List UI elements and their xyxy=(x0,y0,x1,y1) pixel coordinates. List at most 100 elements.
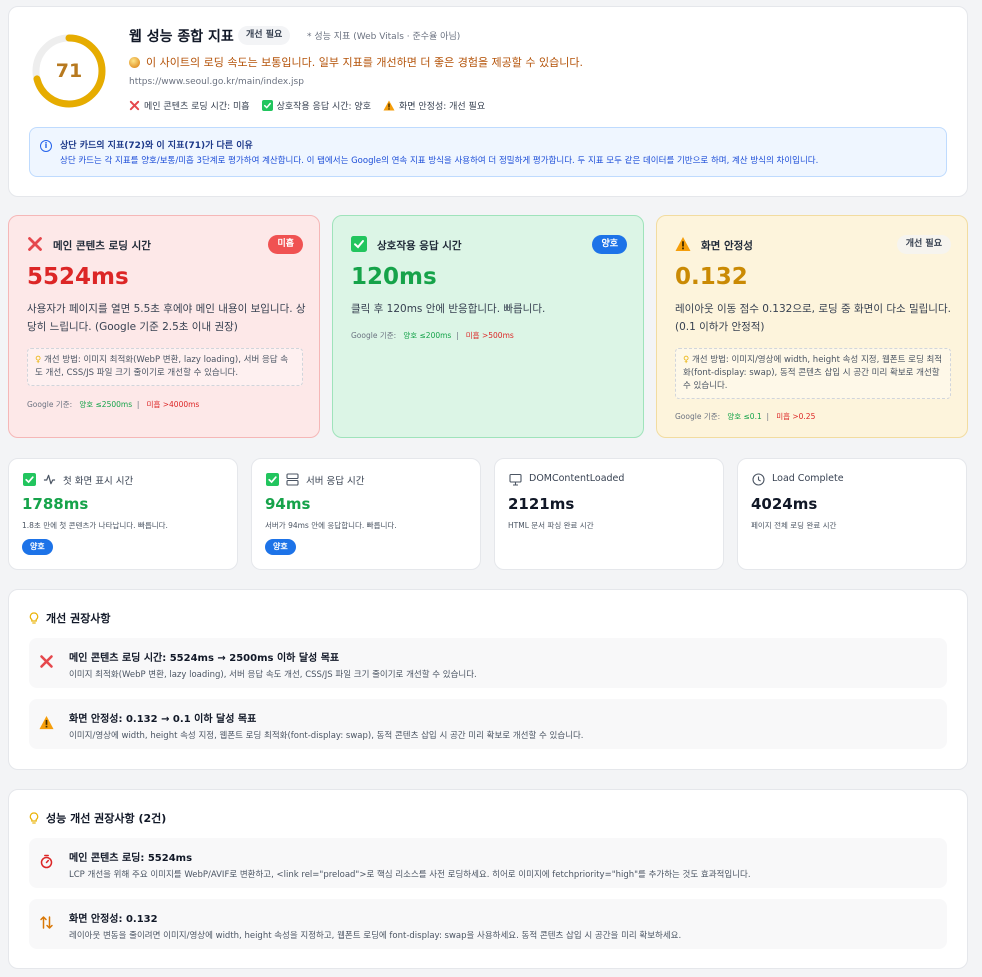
server-icon xyxy=(286,473,299,486)
recommendation-item-title: 화면 안정성: 0.132 → 0.1 이하 달성 목표 xyxy=(69,714,257,725)
page-title: 웹 성능 종합 지표 xyxy=(129,29,234,45)
x-icon xyxy=(40,655,53,668)
arrows-up-down-icon xyxy=(40,916,53,929)
lcp-value: 5524ms xyxy=(27,264,129,290)
lcp-tip-text: 개선 방법: 이미지 최적화(WebP 변환, lazy loading), 서… xyxy=(35,355,289,378)
info-icon: i xyxy=(40,140,52,152)
cls-criteria-good: 양호 ≤0.1 xyxy=(727,412,762,421)
clock-icon xyxy=(752,473,765,486)
recommendation-item-lcp: 메인 콘텐츠 로딩 시간: 5524ms → 2500ms 이하 달성 목표 이… xyxy=(29,638,947,688)
load-value: 4024ms xyxy=(751,495,818,513)
dcl-value: 2121ms xyxy=(508,495,575,513)
dcl-title: DOMContentLoaded xyxy=(529,473,625,484)
metric-summary-inp-label: 상호작용 응답 시간: 양호 xyxy=(276,102,371,112)
ttfb-title: 서버 응답 시간 xyxy=(306,476,365,487)
stopwatch-icon xyxy=(40,854,53,869)
metric-summary-lcp-label: 메인 콘텐츠 로딩 시간: 미흡 xyxy=(144,102,250,112)
cls-tip: ♀ 개선 방법: 이미지/영상에 width, height 속성 지정, 웹폰… xyxy=(675,348,951,399)
fcp-status-badge: 양호 xyxy=(22,539,53,555)
metric-summary-inp: 상호작용 응답 시간: 양호 xyxy=(261,99,371,112)
summary-card: 71 웹 성능 종합 지표 개선 필요 * 성능 지표 (Web Vitals … xyxy=(8,6,968,197)
summary-description-text: 이 사이트의 로딩 속도는 보통입니다. 일부 지표를 개선하면 더 좋은 경험… xyxy=(146,56,584,69)
inp-criteria: Google 기준: 양호 ≤200ms | 미흡 >500ms xyxy=(351,331,514,340)
recommendation-item-title: 메인 콘텐츠 로딩 시간: 5524ms → 2500ms 이하 달성 목표 xyxy=(69,653,340,664)
performance-recommendations-title: 성능 개선 권장사항 (2건) xyxy=(46,812,167,825)
load-card: Load Complete 4024ms 페이지 전체 로딩 완료 시간 xyxy=(737,458,967,570)
performance-item-lcp: 메인 콘텐츠 로딩: 5524ms LCP 개선을 위해 주요 이미지를 Web… xyxy=(29,838,947,888)
recommendation-item-body: 이미지/영상에 width, height 속성 지정, 웹폰트 로딩 최적화(… xyxy=(69,731,584,741)
metric-summary-cls: 화면 안정성: 개선 필요 xyxy=(383,99,485,112)
neutral-face-icon xyxy=(129,56,140,68)
activity-icon xyxy=(43,474,56,485)
cls-value: 0.132 xyxy=(675,264,748,290)
inp-card: 상호작용 응답 시간 양호 120ms 클릭 후 120ms 안에 반응합니다.… xyxy=(332,215,644,438)
cls-status-badge: 개선 필요 xyxy=(896,235,951,254)
inp-criteria-label: Google 기준: xyxy=(351,331,397,340)
lcp-description: 사용자가 페이지를 열면 5.5초 후에야 메인 내용이 보입니다. 상당히 느… xyxy=(27,303,306,333)
lcp-card: 메인 콘텐츠 로딩 시간 미흡 5524ms 사용자가 페이지를 열면 5.5초… xyxy=(8,215,320,438)
cls-description: 레이아웃 이동 점수 0.132으로, 로딩 중 화면이 다소 밀립니다. (0… xyxy=(675,303,951,333)
ttfb-value: 94ms xyxy=(265,495,311,513)
cls-title: 화면 안정성 xyxy=(701,240,753,252)
score-value: 71 xyxy=(55,60,83,82)
dcl-description: HTML 문서 파싱 완료 시간 xyxy=(508,521,594,530)
performance-item-cls: 화면 안정성: 0.132 레이아웃 변동을 줄이려면 이미지/영상에 widt… xyxy=(29,899,947,949)
status-badge: 개선 필요 xyxy=(238,26,291,45)
cls-card: 화면 안정성 개선 필요 0.132 레이아웃 이동 점수 0.132으로, 로… xyxy=(656,215,968,438)
summary-note: * 성능 지표 (Web Vitals · 준수율 아님) xyxy=(307,32,461,42)
lcp-criteria: Google 기준: 양호 ≤2500ms | 미흡 >4000ms xyxy=(27,400,200,409)
recommendations-panel: 개선 권장사항 메인 콘텐츠 로딩 시간: 5524ms → 2500ms 이하… xyxy=(8,589,968,770)
check-icon xyxy=(266,473,279,486)
lcp-tip: ♀ 개선 방법: 이미지 최적화(WebP 변환, lazy loading),… xyxy=(27,348,303,386)
metric-summary-lcp: 메인 콘텐츠 로딩 시간: 미흡 xyxy=(129,99,250,112)
fcp-value: 1788ms xyxy=(22,495,89,513)
performance-item-body: 레이아웃 변동을 줄이려면 이미지/영상에 width, height 속성을 … xyxy=(69,931,682,941)
lcp-criteria-bad: 미흡 >4000ms xyxy=(146,400,200,409)
summary-description: 이 사이트의 로딩 속도는 보통입니다. 일부 지표를 개선하면 더 좋은 경험… xyxy=(129,54,583,70)
fcp-card: 첫 화면 표시 시간 1788ms 1.8초 만에 첫 콘텐츠가 나타납니다. … xyxy=(8,458,238,570)
x-icon xyxy=(129,100,140,111)
inp-criteria-good: 양호 ≤200ms xyxy=(403,331,452,340)
performance-recommendations-heading: 성능 개선 권장사항 (2건) xyxy=(29,810,166,826)
warning-icon xyxy=(675,237,691,251)
load-title: Load Complete xyxy=(772,473,844,484)
inp-criteria-bad: 미흡 >500ms xyxy=(465,331,514,340)
load-description: 페이지 전체 로딩 완료 시간 xyxy=(751,521,837,530)
metric-summary-list: 메인 콘텐츠 로딩 시간: 미흡 상호작용 응답 시간: 양호 화면 안정성: … xyxy=(129,99,485,112)
recommendation-item-cls: 화면 안정성: 0.132 → 0.1 이하 달성 목표 이미지/영상에 wid… xyxy=(29,699,947,749)
lightbulb-icon xyxy=(29,611,39,624)
x-icon xyxy=(28,237,42,251)
performance-item-title: 메인 콘텐츠 로딩: 5524ms xyxy=(69,853,193,864)
performance-item-body: LCP 개선을 위해 주요 이미지를 WebP/AVIF로 변환하고, <lin… xyxy=(69,870,751,880)
lcp-title: 메인 콘텐츠 로딩 시간 xyxy=(53,240,151,252)
ttfb-status-badge: 양호 xyxy=(265,539,296,555)
cls-tip-text: 개선 방법: 이미지/영상에 width, height 속성 지정, 웹폰트 … xyxy=(683,355,943,391)
inp-value: 120ms xyxy=(351,264,437,290)
cls-criteria-label: Google 기준: xyxy=(675,412,721,421)
metric-summary-cls-label: 화면 안정성: 개선 필요 xyxy=(398,102,486,112)
page-url: https://www.seoul.go.kr/main/index.jsp xyxy=(129,77,304,87)
cls-criteria-bad: 미흡 >0.25 xyxy=(776,412,816,421)
fcp-description: 1.8초 만에 첫 콘텐츠가 나타납니다. 빠릅니다. xyxy=(22,521,168,530)
recommendations-title: 개선 권장사항 xyxy=(46,612,111,625)
lcp-status-badge: 미흡 xyxy=(268,235,303,254)
inp-title: 상호작용 응답 시간 xyxy=(377,240,462,252)
lightbulb-icon: ♀ xyxy=(683,355,690,365)
check-icon xyxy=(23,473,36,486)
performance-item-title: 화면 안정성: 0.132 xyxy=(69,914,158,925)
score-difference-info: i 상단 카드의 지표(72)와 이 지표(71)가 다른 이유 상단 카드는 … xyxy=(29,127,947,177)
lightbulb-icon: ♀ xyxy=(35,355,42,365)
info-body: 상단 카드는 각 지표를 양호/보통/미흡 3단계로 평가하여 계산합니다. 이… xyxy=(60,156,819,166)
ttfb-description: 서버가 94ms 안에 응답합니다. 빠릅니다. xyxy=(265,521,397,530)
inp-status-badge: 양호 xyxy=(592,235,627,254)
warning-icon xyxy=(383,100,395,111)
warning-icon xyxy=(39,715,54,730)
performance-recommendations-panel: 성능 개선 권장사항 (2건) 메인 콘텐츠 로딩: 5524ms LCP 개선… xyxy=(8,789,968,969)
info-title: 상단 카드의 지표(72)와 이 지표(71)가 다른 이유 xyxy=(60,141,253,151)
check-icon xyxy=(261,100,273,111)
cls-criteria: Google 기준: 양호 ≤0.1 | 미흡 >0.25 xyxy=(675,412,816,421)
inp-description: 클릭 후 120ms 안에 반응합니다. 빠릅니다. xyxy=(351,303,546,315)
recommendation-item-body: 이미지 최적화(WebP 변환, lazy loading), 서버 응답 속도… xyxy=(69,670,477,680)
ttfb-card: 서버 응답 시간 94ms 서버가 94ms 안에 응답합니다. 빠릅니다. 양… xyxy=(251,458,481,570)
fcp-title: 첫 화면 표시 시간 xyxy=(63,476,134,487)
